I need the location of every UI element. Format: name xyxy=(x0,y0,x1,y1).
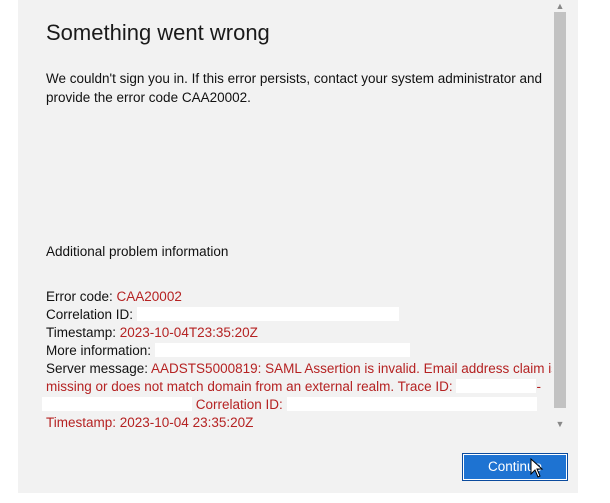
dialog-content: Something went wrong We couldn't sign yo… xyxy=(18,0,558,440)
correlation-id-label: Correlation ID: xyxy=(46,307,137,322)
vertical-scrollbar[interactable]: ▲ ▼ xyxy=(552,0,568,432)
scroll-up-icon[interactable]: ▲ xyxy=(552,0,568,12)
more-information-label: More information: xyxy=(46,343,155,358)
error-code-value: CAA20002 xyxy=(116,289,182,304)
server-message-line-1: AADSTS5000819: SAML Assertion is invalid… xyxy=(151,361,558,376)
scroll-down-icon[interactable]: ▼ xyxy=(552,418,568,430)
problem-details: Error code: CAA20002 Correlation ID: Tim… xyxy=(42,288,558,432)
timestamp-label: Timestamp: xyxy=(46,325,120,340)
server-timestamp-row: Timestamp: 2023-10-04 23:35:20Z xyxy=(46,414,558,432)
server-message-row: Server message: AADSTS5000819: SAML Asse… xyxy=(46,360,558,378)
scrollbar-thumb[interactable] xyxy=(554,12,566,408)
server-message-line-3-row: Correlation ID: xyxy=(42,396,558,414)
more-information-link-redacted[interactable] xyxy=(154,343,410,357)
server-correlation-label: Correlation ID: xyxy=(195,397,283,412)
more-information-row: More information: xyxy=(46,342,558,360)
server-message-line-2-row: missing or does not match domain from an… xyxy=(46,378,558,396)
error-description: We couldn't sign you in. If this error p… xyxy=(46,71,543,105)
mouse-cursor-icon xyxy=(530,458,544,478)
error-code-row: Error code: CAA20002 xyxy=(46,288,558,306)
correlation-id-redacted xyxy=(136,307,399,321)
correlation-id-row: Correlation ID: xyxy=(46,306,558,324)
server-message-timestamp: Timestamp: 2023-10-04 23:35:20Z xyxy=(46,415,254,430)
server-message-label: Server message: xyxy=(46,361,152,376)
server-correlation-redacted xyxy=(286,397,537,411)
error-code-label: Error code: xyxy=(46,289,117,304)
section-title: Additional problem information xyxy=(46,244,229,259)
continue-button[interactable]: Continue xyxy=(462,453,568,481)
timestamp-value: 2023-10-04T23:35:20Z xyxy=(119,325,258,340)
trace-id-redacted xyxy=(456,379,537,393)
trace-id-continuation-redacted xyxy=(42,397,192,411)
timestamp-row: Timestamp: 2023-10-04T23:35:20Z xyxy=(46,324,558,342)
trace-id-suffix: - xyxy=(536,379,541,394)
error-dialog: Something went wrong We couldn't sign yo… xyxy=(18,0,578,493)
server-message-line-2: missing or does not match domain from an… xyxy=(46,379,453,394)
page-title: Something went wrong xyxy=(46,20,270,45)
